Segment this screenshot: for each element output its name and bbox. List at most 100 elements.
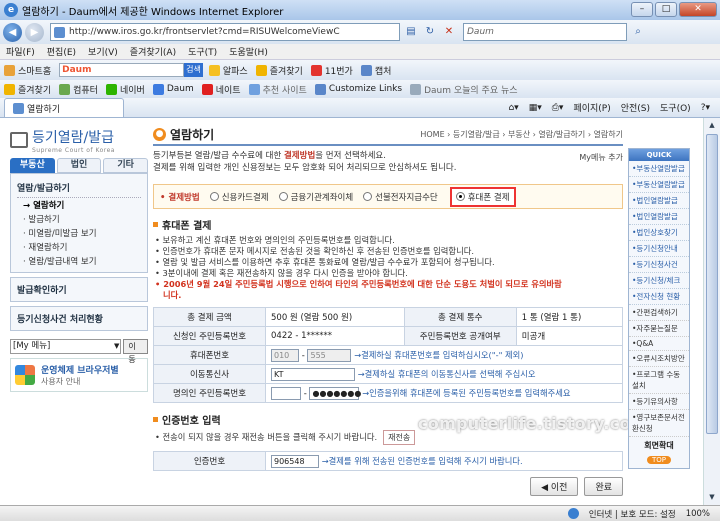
quick-item[interactable]: •자주묻는질문 xyxy=(629,321,689,337)
help-icon[interactable]: ?▾ xyxy=(701,103,710,113)
link-computer[interactable]: 컴퓨터 xyxy=(59,83,98,96)
owner-id-back-input[interactable]: ●●●●●●● xyxy=(309,386,361,400)
feeds-icon[interactable]: ▦▾ xyxy=(529,103,542,113)
quick-item[interactable]: •간편검색하기 xyxy=(629,305,689,321)
quick-item[interactable]: •등기유의사항 xyxy=(629,394,689,410)
mymenu-select[interactable]: [My 메뉴] xyxy=(10,339,122,354)
toolbar-11st[interactable]: 11번가 xyxy=(310,64,353,77)
back-button[interactable]: ◀ xyxy=(3,22,22,42)
quick-item[interactable]: •Q&A xyxy=(629,337,689,351)
quick-item[interactable]: •부동산열람발급 xyxy=(629,161,689,177)
quick-menu: QUICK •부동산열람발급 •부동산열람발급 •법인열람발급 •법인열람발급 … xyxy=(628,148,690,469)
cmd-safety[interactable]: 안전(S) xyxy=(621,101,650,114)
link-daum[interactable]: Daum xyxy=(152,83,194,95)
sidebar-section-verify[interactable]: 발급확인하기 xyxy=(10,277,148,302)
main-content: ● 열람하기 HOME › 등기열람/발급 › 부동산 › 열람/발급하기 › … xyxy=(153,126,624,496)
zoom-control[interactable]: 회면확대 xyxy=(629,437,689,454)
sidebar-item-review[interactable]: · 재열람하기 xyxy=(17,240,141,254)
quick-item[interactable]: •오류시조치방안 xyxy=(629,351,689,367)
tab-other[interactable]: 기타 xyxy=(103,158,149,173)
top-button[interactable]: TOP xyxy=(647,456,671,464)
menu-file[interactable]: 파일(F) xyxy=(6,45,35,58)
owner-id-front-input[interactable] xyxy=(271,386,301,400)
zoom-level[interactable]: 100% xyxy=(686,509,710,519)
toolbar-favorites[interactable]: 즐겨찾기 xyxy=(255,64,303,77)
carrier-select[interactable]: KT xyxy=(271,367,355,381)
forward-button[interactable]: ▶ xyxy=(25,22,44,42)
site-logo[interactable]: 등기열람/발급 Supreme Court of Korea xyxy=(10,126,148,154)
search-input[interactable]: Daum xyxy=(463,23,627,41)
menu-tools[interactable]: 도구(T) xyxy=(188,45,217,58)
link-customize[interactable]: Customize Links xyxy=(314,83,402,95)
sidebar-item-issue[interactable]: · 발급하기 xyxy=(17,212,141,226)
scroll-up-icon[interactable]: ▲ xyxy=(706,119,718,132)
vertical-scrollbar[interactable]: ▲ ▼ xyxy=(703,118,720,505)
resend-button[interactable]: 재전송 xyxy=(383,430,416,445)
stop-icon[interactable]: ✕ xyxy=(441,24,457,40)
tab-corporation[interactable]: 법인 xyxy=(56,158,102,173)
favorites-button[interactable]: 즐겨찾기 xyxy=(4,83,51,96)
quick-item[interactable]: •등기신청사건 xyxy=(629,257,689,273)
sidebar: 등기열람/발급 Supreme Court of Korea 부동산 법인 기타… xyxy=(10,126,149,392)
home-button[interactable]: 스마트홈 xyxy=(4,64,51,77)
menu-edit[interactable]: 편집(E) xyxy=(47,45,76,58)
link-suggested[interactable]: 추천 사이트 xyxy=(248,83,307,96)
maximize-button[interactable]: □ xyxy=(655,2,677,17)
search-icon[interactable]: ⌕ xyxy=(630,24,646,40)
phone-prefix-select[interactable]: 010 xyxy=(271,348,299,362)
menu-favorites[interactable]: 즐겨찾기(A) xyxy=(130,45,176,58)
os-browser-guide[interactable]: 운영체제 브라우저별 사용자 안내 xyxy=(10,358,148,392)
radio-bank-transfer[interactable]: 금융기관계좌이체 xyxy=(278,191,353,203)
link-daum-news[interactable]: Daum 오늘의 주요 뉴스 xyxy=(410,83,518,96)
radio-mobile-payment[interactable]: 휴대폰 결제 xyxy=(449,186,516,207)
quick-item[interactable]: •등기신청/체크 xyxy=(629,273,689,289)
cmd-page[interactable]: 페이지(P) xyxy=(573,101,610,114)
print-icon[interactable]: ⎙▾ xyxy=(552,103,564,113)
section-bullet-icon xyxy=(153,417,158,422)
sidebar-section-status[interactable]: 등기신청사건 처리현황 xyxy=(10,306,148,331)
scroll-thumb[interactable] xyxy=(706,134,718,434)
quick-item[interactable]: •전자신청 현황 xyxy=(629,289,689,305)
prev-button[interactable]: ◀ 이전 xyxy=(530,477,579,496)
complete-button[interactable]: 완료 xyxy=(584,477,623,496)
sidebar-section-issue[interactable]: 열람/발급하기 xyxy=(17,178,141,198)
link-nate[interactable]: 네이트 xyxy=(201,83,241,96)
sidebar-item-unviewed[interactable]: · 미열람/미발급 보기 xyxy=(17,226,141,240)
radio-prepaid[interactable]: 선불전자지급수단 xyxy=(363,191,438,203)
scroll-down-icon[interactable]: ▼ xyxy=(706,491,718,504)
cmd-tools[interactable]: 도구(O) xyxy=(660,101,691,114)
home-cmd-icon[interactable]: ⌂▾ xyxy=(508,103,518,113)
link-naver[interactable]: 네이버 xyxy=(105,83,145,96)
address-input[interactable]: http://www.iros.go.kr/frontservlet?cmd=R… xyxy=(50,23,400,41)
auth-code-input[interactable]: 906548 xyxy=(271,454,319,468)
quick-item[interactable]: •프로그램 수동설치 xyxy=(629,367,689,394)
daum-search[interactable]: Daum 검색 xyxy=(59,63,203,77)
home-icon xyxy=(4,64,15,76)
address-bar-row: ◀ ▶ http://www.iros.go.kr/frontservlet?c… xyxy=(0,20,720,44)
quick-item[interactable]: •법인열람발급 xyxy=(629,193,689,209)
menu-view[interactable]: 보기(V) xyxy=(88,45,118,58)
radio-credit-card[interactable]: 신용카드결제 xyxy=(209,191,269,203)
sidebar-item-view[interactable]: → 열람하기 xyxy=(17,198,141,212)
close-button[interactable]: ✕ xyxy=(679,2,717,17)
phone-number-input[interactable]: 555 xyxy=(307,348,352,362)
daum-search-button[interactable]: 검색 xyxy=(184,63,203,77)
toolbar-alpas[interactable]: 알파스 xyxy=(208,64,248,77)
add-mymenu-link[interactable]: My메뉴 추가 xyxy=(579,152,623,164)
toolbar-capture[interactable]: 캡처 xyxy=(360,64,391,77)
quick-item[interactable]: •등기신청안내 xyxy=(629,241,689,257)
minimize-button[interactable]: – xyxy=(631,2,653,17)
refresh-icon[interactable]: ↻ xyxy=(422,24,438,40)
menu-help[interactable]: 도움말(H) xyxy=(229,45,268,58)
mymenu-go-button[interactable]: 이동 xyxy=(123,339,148,364)
compat-icon[interactable]: ▤ xyxy=(403,24,419,40)
tab-real-estate[interactable]: 부동산 xyxy=(10,158,55,173)
radio-icon xyxy=(363,192,373,201)
quick-item[interactable]: •법인상호찾기 xyxy=(629,225,689,241)
quick-item[interactable]: •법인열람발급 xyxy=(629,209,689,225)
quick-item[interactable]: •부동산열람발급 xyxy=(629,177,689,193)
quick-item[interactable]: •영구보존문서전환신청 xyxy=(629,410,689,437)
tab-viewing[interactable]: 열람하기 xyxy=(4,98,124,117)
sidebar-item-history[interactable]: · 열람/발급내역 보기 xyxy=(17,254,141,268)
section-bullet-icon xyxy=(153,222,158,227)
